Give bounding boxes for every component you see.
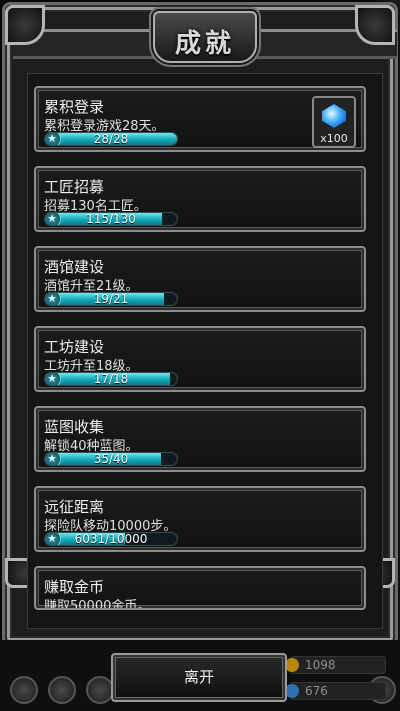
gold-resource: 1098 — [285, 656, 386, 674]
achievement-description: 赚取50000金币。 — [44, 599, 151, 610]
frame-corner-ornament — [5, 5, 45, 45]
achievement-card: 工匠招募 招募130名工匠。 ★ 115/130 — [34, 166, 366, 232]
achievement-title: 赚取金币 — [44, 578, 105, 596]
achievement-progress-bar: ★ 19/21 — [44, 292, 178, 306]
achievement-card: 赚取金币 赚取50000金币。 — [34, 566, 366, 610]
menu-round-button[interactable] — [48, 676, 76, 704]
achievement-card: 远征距离 探险队移动10000步。 ★ 6031/10000 — [34, 486, 366, 552]
leave-button[interactable]: 离开 — [111, 653, 287, 702]
menu-round-button[interactable] — [86, 676, 114, 704]
progress-text: 28/28 — [93, 132, 129, 146]
reward-quantity: x100 — [320, 132, 348, 145]
progress-text: 35/40 — [93, 452, 129, 466]
window-title: 成就 — [174, 29, 235, 59]
achievement-title: 酒馆建设 — [44, 258, 105, 276]
gold-coin-icon — [285, 658, 299, 672]
progress-text: 6031/10000 — [74, 532, 148, 546]
achievement-card: 工坊建设 工坊升至18级。 ★ 17/18 — [34, 326, 366, 392]
achievement-card: 酒馆建设 酒馆升至21级。 ★ 19/21 — [34, 246, 366, 312]
achievement-list: 累积登录 累积登录游戏28天。 ★ 28/28 x100 工匠招募 招募130名… — [34, 86, 366, 624]
achievement-progress-bar: ★ 115/130 — [44, 212, 178, 226]
blue-gem-icon — [322, 104, 346, 128]
achievement-progress-bar: ★ 35/40 — [44, 452, 178, 466]
achievement-title: 工匠招募 — [44, 178, 105, 196]
achievement-title: 蓝图收集 — [44, 418, 105, 436]
achievement-title: 工坊建设 — [44, 338, 105, 356]
progress-text: 19/21 — [93, 292, 129, 306]
achievement-card: 累积登录 累积登录游戏28天。 ★ 28/28 x100 — [34, 86, 366, 152]
blue-gem-icon — [285, 684, 299, 698]
achievement-progress-bar: ★ 6031/10000 — [44, 532, 178, 546]
gold-value: 1098 — [305, 658, 336, 672]
progress-text: 17/18 — [93, 372, 129, 386]
achievement-title: 累积登录 — [44, 98, 105, 116]
gem-resource: 676 — [285, 682, 386, 700]
achievement-title: 远征距离 — [44, 498, 105, 516]
gem-value: 676 — [305, 684, 328, 698]
frame-corner-ornament — [355, 5, 395, 45]
reward-slot[interactable]: x100 — [312, 96, 356, 148]
progress-text: 115/130 — [86, 212, 136, 226]
title-plate: 成就 — [153, 11, 257, 63]
achievement-card: 蓝图收集 解锁40种蓝图。 ★ 35/40 — [34, 406, 366, 472]
achievement-progress-bar: ★ 28/28 — [44, 132, 178, 146]
menu-round-button[interactable] — [10, 676, 38, 704]
achievement-progress-bar: ★ 17/18 — [44, 372, 178, 386]
